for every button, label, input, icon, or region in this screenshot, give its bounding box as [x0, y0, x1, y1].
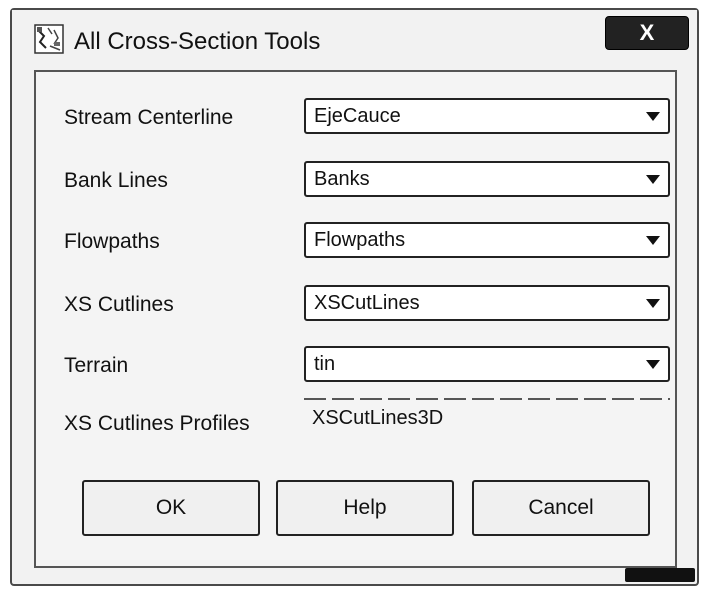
stream-centerline-value: EjeCauce — [314, 105, 401, 127]
chevron-down-icon[interactable] — [646, 236, 660, 245]
terrain-value: tin — [314, 353, 336, 375]
bank-lines-label: Bank Lines — [64, 169, 168, 192]
window-corner-shadow — [625, 568, 695, 582]
xs-cutlines-label: XS Cutlines — [64, 293, 174, 316]
chevron-down-icon[interactable] — [646, 360, 660, 369]
cancel-button[interactable]: Cancel — [472, 480, 650, 536]
cross-section-tool-icon — [34, 24, 64, 54]
close-icon: X — [639, 20, 655, 45]
chevron-down-icon[interactable] — [646, 175, 660, 184]
chevron-down-icon[interactable] — [646, 112, 660, 121]
help-button[interactable]: Help — [276, 480, 454, 536]
dialog-window: All Cross-Section Tools X Stream Centerl… — [10, 8, 699, 586]
xs-cutlines-profiles-label: XS Cutlines Profiles — [64, 412, 250, 435]
bank-lines-value: Banks — [314, 168, 370, 190]
terrain-label: Terrain — [64, 354, 129, 377]
terrain-dropdown[interactable]: tin — [304, 346, 670, 382]
dialog-content: Stream Centerline EjeCauce Bank Lines Ba… — [34, 70, 677, 568]
xs-cutlines-value: XSCutLines — [314, 292, 420, 314]
bank-lines-dropdown[interactable]: Banks — [304, 161, 670, 197]
flowpaths-value: Flowpaths — [314, 229, 406, 251]
profile-separator — [304, 398, 670, 400]
flowpaths-label: Flowpaths — [64, 230, 160, 253]
ok-button[interactable]: OK — [82, 480, 260, 536]
close-button[interactable]: X — [605, 16, 689, 50]
xs-cutlines-dropdown[interactable]: XSCutLines — [304, 285, 670, 321]
xs-cutlines-profiles-value: XSCutLines3D — [312, 407, 444, 429]
title-bar[interactable]: All Cross-Section Tools X — [12, 10, 697, 72]
flowpaths-dropdown[interactable]: Flowpaths — [304, 222, 670, 258]
chevron-down-icon[interactable] — [646, 299, 660, 308]
stream-centerline-label: Stream Centerline — [64, 106, 234, 129]
stream-centerline-dropdown[interactable]: EjeCauce — [304, 98, 670, 134]
window-title: All Cross-Section Tools — [74, 28, 321, 55]
